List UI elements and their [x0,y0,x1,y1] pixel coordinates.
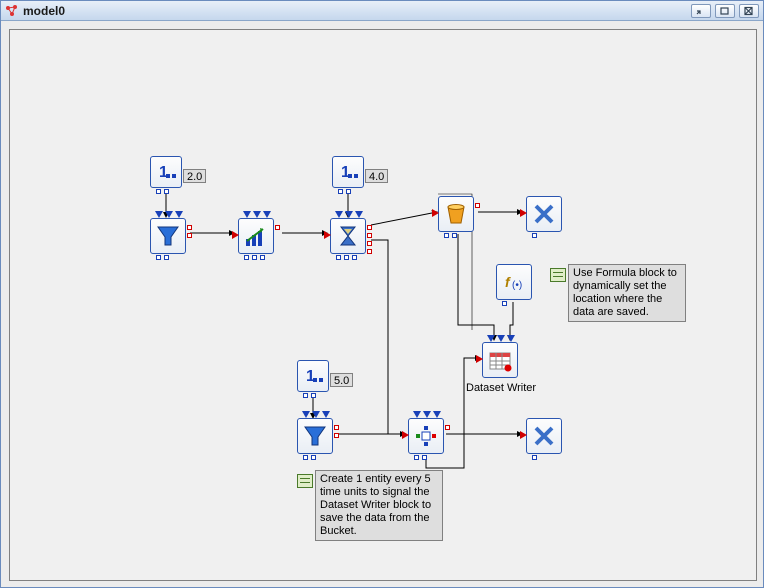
entity-generator-block-1[interactable] [150,218,186,254]
constant-3-value: 5.0 [330,373,353,387]
diagram-canvas[interactable]: 1 2.0 1 4.0 [9,29,757,581]
formula-note: Use Formula block to dynamically set the… [568,264,686,322]
sink-block-2[interactable] [526,418,562,454]
minimize-internal-button[interactable] [691,4,711,18]
constant-block-3[interactable]: 1 [297,360,329,392]
sink-block-1[interactable] [526,196,562,232]
close-button[interactable] [739,4,759,18]
constant-2-value: 4.0 [365,169,388,183]
router-block[interactable] [408,418,444,454]
dataset-writer-label: Dataset Writer [466,382,536,394]
svg-text:1: 1 [306,368,315,385]
generator-note: Create 1 entity every 5 time units to si… [315,470,443,541]
entity-generator-block-2[interactable] [297,418,333,454]
svg-text:(•): (•) [512,280,522,291]
svg-text:f: f [505,274,511,290]
dataset-writer-block[interactable] [482,342,518,378]
model-editor-window: model0 [0,0,764,588]
app-icon [5,4,19,18]
constant-block-1[interactable]: 1 [150,156,182,188]
constant-block-2[interactable]: 1 [332,156,364,188]
note-icon [297,474,313,488]
delay-block[interactable] [330,218,366,254]
bucket-block[interactable] [438,196,474,232]
svg-text:1: 1 [341,164,350,181]
formula-block[interactable]: f(•) [496,264,532,300]
titlebar[interactable]: model0 [1,1,763,21]
data-source-block[interactable] [238,218,274,254]
svg-text:1: 1 [159,164,168,181]
constant-1-value: 2.0 [183,169,206,183]
window-title: model0 [23,4,65,18]
note-icon [550,268,566,282]
maximize-button[interactable] [715,4,735,18]
